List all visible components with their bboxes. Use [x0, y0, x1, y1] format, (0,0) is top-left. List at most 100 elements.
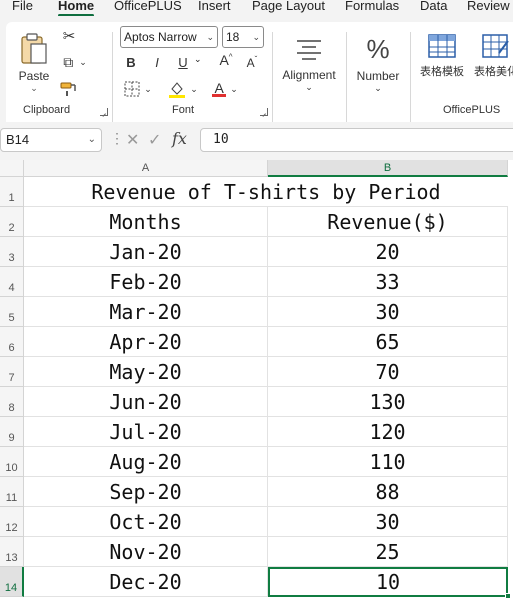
table-template-icon: [428, 34, 456, 58]
italic-button[interactable]: I: [148, 52, 166, 72]
chevron-down-icon: ⌄: [87, 134, 96, 145]
group-divider: [410, 32, 411, 124]
row-header[interactable]: 7: [0, 357, 24, 387]
tab-officeplus[interactable]: OfficePLUS: [114, 0, 182, 13]
borders-button[interactable]: ⌄: [120, 78, 156, 100]
column-header-b[interactable]: B: [268, 160, 508, 177]
month-cell[interactable]: Jul-20: [24, 417, 268, 447]
table-beautify-icon: [482, 34, 509, 58]
chevron-down-icon: ⌄: [374, 83, 382, 93]
row-header[interactable]: 10: [0, 447, 24, 477]
alignment-button[interactable]: Alignment ⌄: [278, 28, 340, 102]
borders-icon: [124, 81, 140, 97]
month-cell[interactable]: May-20: [24, 357, 268, 387]
revenue-cell[interactable]: 30: [268, 297, 508, 327]
font-size-select[interactable]: 18 ⌄: [222, 26, 264, 48]
chevron-down-icon: ⌄: [206, 32, 214, 42]
row-header[interactable]: 13: [0, 537, 24, 567]
revenue-cell[interactable]: 88: [268, 477, 508, 507]
row-header[interactable]: 6: [0, 327, 24, 357]
column-header-a[interactable]: A: [24, 160, 268, 177]
insert-function-icon[interactable]: fx: [172, 129, 187, 148]
align-center-icon: [297, 39, 321, 60]
group-divider: [272, 32, 273, 124]
font-color-button[interactable]: A ⌄: [208, 78, 242, 100]
chevron-down-icon: ⌄: [190, 83, 198, 94]
month-cell[interactable]: Sep-20: [24, 477, 268, 507]
decrease-font-button[interactable]: Aˇ: [242, 52, 262, 72]
month-cell[interactable]: Dec-20: [24, 567, 268, 597]
chevron-down-icon: ⌄: [305, 81, 313, 92]
font-name-select[interactable]: Aptos Narrow ⌄: [120, 26, 218, 48]
increase-font-button[interactable]: A^: [216, 50, 236, 70]
tab-home[interactable]: Home: [58, 0, 95, 17]
row-header[interactable]: 8: [0, 387, 24, 417]
row-header[interactable]: 11: [0, 477, 24, 507]
month-cell[interactable]: Nov-20: [24, 537, 268, 567]
row-header[interactable]: 9: [0, 417, 24, 447]
copy-button[interactable]: ⧉ ⌄: [58, 52, 92, 72]
paste-button[interactable]: Paste ⌄: [14, 26, 54, 98]
select-all-corner[interactable]: [0, 160, 24, 177]
enter-icon[interactable]: ✓: [148, 130, 161, 150]
revenue-cell[interactable]: 25: [268, 537, 508, 567]
revenue-cell[interactable]: 70: [268, 357, 508, 387]
row-header[interactable]: 14: [0, 567, 24, 597]
name-box[interactable]: B14 ⌄: [0, 128, 102, 152]
tab-formulas[interactable]: Formulas: [345, 0, 399, 13]
decrease-font-icon: Aˇ: [246, 54, 258, 70]
active-cell[interactable]: 10: [268, 567, 508, 597]
more-options-icon[interactable]: ⋮: [110, 130, 124, 147]
formula-input[interactable]: 10: [200, 128, 513, 152]
row-header[interactable]: 1: [0, 177, 24, 207]
revenue-cell[interactable]: 33: [268, 267, 508, 297]
tab-data[interactable]: Data: [420, 0, 447, 13]
month-cell[interactable]: Aug-20: [24, 447, 268, 477]
cancel-icon[interactable]: ✕: [126, 130, 139, 150]
table-template-button[interactable]: 表格模板: [416, 28, 468, 84]
revenue-cell[interactable]: 120: [268, 417, 508, 447]
tab-page-layout[interactable]: Page Layout: [252, 0, 325, 13]
copy-icon: ⧉: [63, 53, 74, 70]
formula-bar: B14 ⌄ ⋮ ✕ ✓ fx 10: [0, 122, 513, 160]
row-header[interactable]: 12: [0, 507, 24, 537]
row-header[interactable]: 4: [0, 267, 24, 297]
percent-icon: %: [366, 34, 390, 64]
revenue-cell[interactable]: 65: [268, 327, 508, 357]
row-header[interactable]: 5: [0, 297, 24, 327]
brush-icon: [60, 82, 76, 96]
month-cell[interactable]: Jan-20: [24, 237, 268, 267]
table-beautify-label: 表格美化: [474, 66, 513, 78]
group-divider: [112, 32, 113, 124]
tab-insert[interactable]: Insert: [198, 0, 231, 13]
month-cell[interactable]: Mar-20: [24, 297, 268, 327]
chevron-down-icon: ⌄: [144, 83, 152, 94]
number-button[interactable]: % Number ⌄: [350, 26, 406, 102]
table-beautify-button[interactable]: 表格美化: [470, 28, 513, 84]
font-size-value: 18: [226, 30, 240, 44]
fill-handle[interactable]: [505, 593, 511, 599]
bold-button[interactable]: B: [122, 52, 140, 72]
sheet-title-cell[interactable]: Revenue of T-shirts by Period: [24, 177, 508, 207]
revenue-cell[interactable]: 20: [268, 237, 508, 267]
month-cell[interactable]: Jun-20: [24, 387, 268, 417]
underline-button[interactable]: U: [174, 52, 192, 72]
header-cell-revenue[interactable]: Revenue($): [268, 207, 508, 237]
tab-file[interactable]: File: [12, 0, 33, 13]
revenue-cell[interactable]: 110: [268, 447, 508, 477]
font-launcher-icon[interactable]: [260, 108, 268, 116]
header-cell-months[interactable]: Months: [24, 207, 268, 237]
month-cell[interactable]: Feb-20: [24, 267, 268, 297]
fill-color-button[interactable]: ⌄: [166, 78, 200, 100]
cut-button[interactable]: ✂: [58, 26, 80, 46]
clipboard-launcher-icon[interactable]: [100, 108, 108, 116]
format-painter-button[interactable]: [58, 78, 80, 100]
chevron-down-icon: ⌄: [79, 56, 87, 67]
tab-review[interactable]: Review: [467, 0, 510, 13]
row-header[interactable]: 3: [0, 237, 24, 267]
month-cell[interactable]: Apr-20: [24, 327, 268, 357]
revenue-cell[interactable]: 130: [268, 387, 508, 417]
revenue-cell[interactable]: 30: [268, 507, 508, 537]
month-cell[interactable]: Oct-20: [24, 507, 268, 537]
row-header[interactable]: 2: [0, 207, 24, 237]
